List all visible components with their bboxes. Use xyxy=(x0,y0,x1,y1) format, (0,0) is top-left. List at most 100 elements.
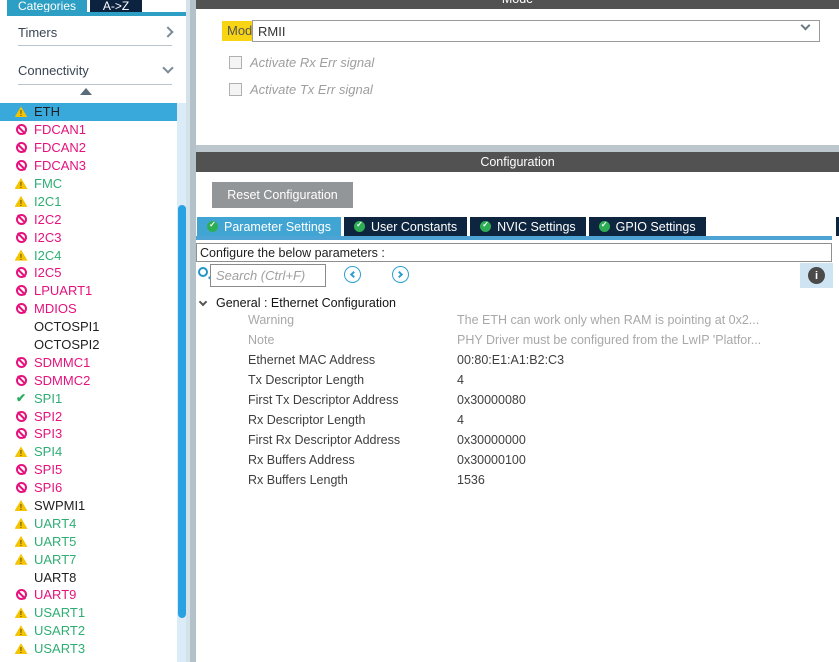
sidebar-group-connectivity[interactable]: Connectivity xyxy=(18,60,172,80)
checkbox-icon[interactable] xyxy=(229,56,242,69)
parameter-row-rx-descriptor-length[interactable]: Rx Descriptor Length4 xyxy=(248,410,832,430)
parameter-row-rx-buffers-address[interactable]: Rx Buffers Address0x30000100 xyxy=(248,450,832,470)
search-next-button[interactable] xyxy=(392,266,409,283)
warning-icon xyxy=(15,446,28,457)
sidebar-item-label: FDCAN1 xyxy=(34,122,86,137)
sidebar-item-fmc[interactable]: FMC xyxy=(0,175,177,193)
parameter-value[interactable]: 4 xyxy=(457,373,464,387)
sidebar-item-label: SWPMI1 xyxy=(34,498,85,513)
warning-icon-wrap xyxy=(13,500,29,511)
checkbox-icon[interactable] xyxy=(229,83,242,96)
sidebar-item-label: SDMMC1 xyxy=(34,355,90,370)
sidebar-item-uart9[interactable]: UART9 xyxy=(0,586,177,604)
search-input[interactable] xyxy=(210,264,326,287)
parameter-row-rx-buffers-length[interactable]: Rx Buffers Length1536 xyxy=(248,470,832,490)
sidebar-item-swpmi1[interactable]: SWPMI1 xyxy=(0,497,177,515)
check-circle-icon xyxy=(207,221,218,232)
sidebar-divider xyxy=(18,45,172,46)
mode-dropdown[interactable]: RMII xyxy=(252,20,820,42)
sidebar-item-i2c3[interactable]: I2C3 xyxy=(0,228,177,246)
parameter-value[interactable]: 1536 xyxy=(457,473,485,487)
search-previous-button[interactable] xyxy=(344,266,361,283)
parameter-row-ethernet-mac-address[interactable]: Ethernet MAC Address00:80:E1:A1:B2:C3 xyxy=(248,350,832,370)
ban-icon-wrap xyxy=(13,124,29,135)
sidebar-item-label: SPI6 xyxy=(34,480,62,495)
parameter-value[interactable]: 4 xyxy=(457,413,464,427)
sidebar-item-uart4[interactable]: UART4 xyxy=(0,514,177,532)
sidebar-item-spi6[interactable]: SPI6 xyxy=(0,479,177,497)
sidebar-item-uart8[interactable]: UART8 xyxy=(0,568,177,586)
sidebar-item-spi1[interactable]: ✔SPI1 xyxy=(0,389,177,407)
sidebar-item-fdcan3[interactable]: FDCAN3 xyxy=(0,157,177,175)
warning-icon xyxy=(15,178,28,189)
checkbox-row-tx-err[interactable]: Activate Tx Err signal xyxy=(229,81,629,97)
sidebar-item-uart5[interactable]: UART5 xyxy=(0,532,177,550)
warning-icon-wrap xyxy=(13,178,29,189)
ban-icon-wrap xyxy=(13,375,29,386)
sidebar-item-i2c4[interactable]: I2C4 xyxy=(0,246,177,264)
sidebar-item-lpuart1[interactable]: LPUART1 xyxy=(0,282,177,300)
sidebar-item-usart2[interactable]: USART2 xyxy=(0,622,177,640)
tab-gpio-settings[interactable]: GPIO Settings xyxy=(589,217,706,236)
sidebar-item-i2c2[interactable]: I2C2 xyxy=(0,210,177,228)
tab-parameter-settings[interactable]: Parameter Settings xyxy=(197,217,341,236)
ban-icon-wrap xyxy=(13,464,29,475)
sidebar-item-i2c1[interactable]: I2C1 xyxy=(0,192,177,210)
parameter-value[interactable]: 0x30000000 xyxy=(457,433,526,447)
tab-nvic-settings[interactable]: NVIC Settings xyxy=(470,217,586,236)
ban-icon-wrap xyxy=(13,482,29,493)
sidebar-item-usart1[interactable]: USART1 xyxy=(0,604,177,622)
sidebar-item-spi5[interactable]: SPI5 xyxy=(0,461,177,479)
sidebar-item-usart3[interactable]: USART3 xyxy=(0,640,177,658)
parameter-value[interactable]: 0x30000080 xyxy=(457,393,526,407)
sidebar-item-spi4[interactable]: SPI4 xyxy=(0,443,177,461)
parameter-value[interactable]: PHY Driver must be configured from the L… xyxy=(457,333,761,347)
sidebar-item-label: USART2 xyxy=(34,623,85,638)
parameter-row-first-tx-descriptor-address[interactable]: First Tx Descriptor Address0x30000080 xyxy=(248,390,832,410)
sidebar-item-sdmmc2[interactable]: SDMMC2 xyxy=(0,371,177,389)
scroll-up-arrow-icon[interactable] xyxy=(80,88,92,95)
parameters-instruction: Configure the below parameters : xyxy=(196,243,832,262)
tab-user-constants[interactable]: User Constants xyxy=(344,217,467,236)
sidebar-item-eth[interactable]: ETH xyxy=(0,103,177,121)
info-button[interactable]: i xyxy=(800,263,833,288)
sidebar-scrollbar-thumb[interactable] xyxy=(178,205,186,618)
check-icon-wrap: ✔ xyxy=(13,393,29,404)
sidebar-item-spi3[interactable]: SPI3 xyxy=(0,425,177,443)
parameter-name: Rx Buffers Address xyxy=(248,453,457,467)
sidebar-item-fdcan1[interactable]: FDCAN1 xyxy=(0,121,177,139)
sidebar-item-i2c5[interactable]: I2C5 xyxy=(0,264,177,282)
warning-icon xyxy=(15,554,28,565)
sidebar-group-connectivity-label: Connectivity xyxy=(18,63,89,78)
checkbox-row-rx-err[interactable]: Activate Rx Err signal xyxy=(229,54,629,70)
sidebar-item-fdcan2[interactable]: FDCAN2 xyxy=(0,139,177,157)
tab-label: GPIO Settings xyxy=(616,220,696,234)
ban-icon xyxy=(16,124,27,135)
sidebar-item-octospi2[interactable]: OCTOSPI2 xyxy=(0,336,177,354)
warning-icon-wrap xyxy=(13,643,29,654)
ban-icon-wrap xyxy=(13,267,29,278)
parameter-value[interactable]: 0x30000100 xyxy=(457,453,526,467)
sidebar-item-label: USART3 xyxy=(34,641,85,656)
parameter-row-note[interactable]: NotePHY Driver must be configured from t… xyxy=(248,330,832,350)
parameter-row-first-rx-descriptor-address[interactable]: First Rx Descriptor Address0x30000000 xyxy=(248,430,832,450)
sidebar-item-label: I2C1 xyxy=(34,194,61,209)
parameter-value[interactable]: The ETH can work only when RAM is pointi… xyxy=(457,313,759,327)
sidebar-item-octospi1[interactable]: OCTOSPI1 xyxy=(0,318,177,336)
sidebar-item-sdmmc1[interactable]: SDMMC1 xyxy=(0,353,177,371)
parameter-value[interactable]: 00:80:E1:A1:B2:C3 xyxy=(457,353,564,367)
reset-configuration-button[interactable]: Reset Configuration xyxy=(212,182,353,208)
sidebar-item-mdios[interactable]: MDIOS xyxy=(0,300,177,318)
ban-icon-wrap xyxy=(13,285,29,296)
checkbox-label: Activate Tx Err signal xyxy=(250,82,373,97)
sidebar-item-label: UART5 xyxy=(34,534,76,549)
sidebar-group-timers[interactable]: Timers xyxy=(18,22,172,42)
sidebar-item-label: SPI5 xyxy=(34,462,62,477)
sidebar-item-uart7[interactable]: UART7 xyxy=(0,550,177,568)
warning-icon-wrap xyxy=(13,625,29,636)
parameter-row-warning[interactable]: WarningThe ETH can work only when RAM is… xyxy=(248,310,832,330)
tree-group-label: General : Ethernet Configuration xyxy=(216,296,396,310)
parameter-row-tx-descriptor-length[interactable]: Tx Descriptor Length4 xyxy=(248,370,832,390)
sidebar-item-spi2[interactable]: SPI2 xyxy=(0,407,177,425)
check-circle-icon xyxy=(354,221,365,232)
